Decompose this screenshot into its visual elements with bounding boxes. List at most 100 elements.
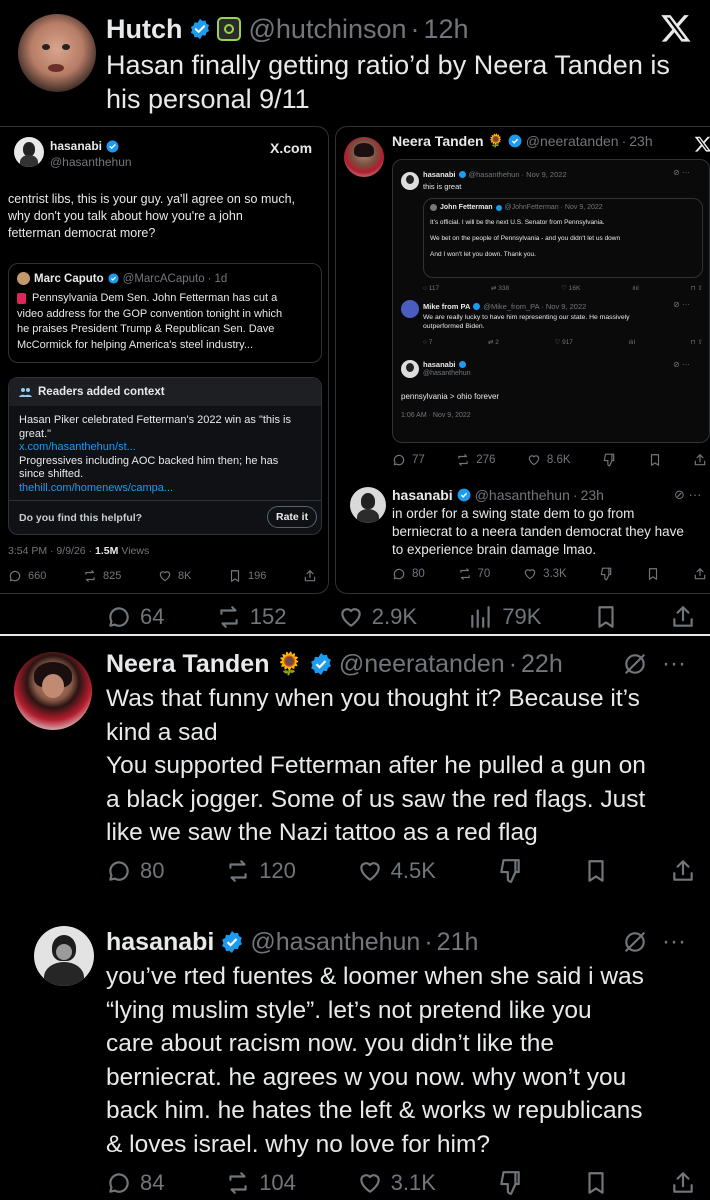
author-name[interactable]: Marc Caputo: [34, 273, 104, 285]
author-name[interactable]: hasanabi: [392, 487, 453, 503]
x-logo-icon[interactable]: [694, 135, 710, 153]
grok-more-icons[interactable]: ···: [622, 650, 686, 678]
bookmark-button[interactable]: [593, 604, 619, 630]
author-name: hasanabi: [423, 170, 456, 179]
author-handle[interactable]: @neeratanden: [339, 650, 505, 679]
right-embedded-screenshot[interactable]: Neera Tanden 🌻 @neeratanden · 23h hasana…: [335, 126, 710, 594]
hasan-avatar[interactable]: [14, 137, 44, 167]
author-handle[interactable]: @hasanthehun: [50, 155, 132, 169]
repost-button[interactable]: 70: [458, 567, 490, 581]
author-name[interactable]: hasanabi: [106, 928, 214, 957]
post-text-line: Hasan finally getting ratio’d by Neera T…: [106, 50, 670, 80]
post-time[interactable]: 21h: [437, 928, 479, 957]
author-name: John Fetterman: [440, 204, 493, 211]
author-handle[interactable]: @MarcACaputo: [123, 273, 205, 285]
like-button[interactable]: 2.9K: [338, 604, 417, 630]
post-time[interactable]: 1d: [214, 273, 227, 285]
more-icon[interactable]: ⊘ ···: [673, 168, 690, 177]
author-name[interactable]: Neera Tanden: [106, 650, 269, 679]
post-text-line: fetterman democrat more?: [8, 226, 156, 240]
dislike-button[interactable]: [497, 1170, 523, 1196]
quote-text: Pennsylvania Dem Sen. John Fetterman has…: [17, 291, 317, 353]
dislike-button[interactable]: [497, 858, 523, 884]
dislike-button[interactable]: [602, 453, 616, 467]
reply-button[interactable]: 77: [392, 453, 425, 467]
rate-it-button[interactable]: Rate it: [267, 506, 318, 528]
reply-button[interactable]: 84: [106, 1170, 164, 1196]
post-text-line: & loves israel. why no love for him?: [106, 1130, 490, 1158]
dislike-button[interactable]: [599, 567, 613, 581]
author-name[interactable]: hasanabi: [50, 139, 102, 153]
repost-count: 825: [102, 570, 122, 582]
like-count: 3.3K: [543, 568, 567, 580]
grok-more-icons[interactable]: ···: [622, 928, 686, 956]
hutch-avatar[interactable]: [18, 14, 96, 92]
author-name[interactable]: Neera Tanden: [392, 133, 484, 149]
repost-icon: [220, 606, 238, 628]
author-handle[interactable]: @neeratanden: [526, 133, 619, 149]
like-button[interactable]: 3.3K: [523, 567, 567, 581]
bookmark-button[interactable]: [583, 858, 609, 884]
hasan-avatar[interactable]: [350, 487, 386, 523]
x-logo-icon[interactable]: [660, 12, 692, 44]
post-time[interactable]: 12h: [424, 14, 469, 45]
like-button[interactable]: 8.6K: [527, 453, 571, 467]
bookmark-button[interactable]: [646, 567, 660, 581]
post-time[interactable]: 23h: [581, 487, 604, 503]
note-line: Hasan Piker celebrated Fetterman's 2022 …: [19, 414, 291, 426]
like-count: ♡ 16K: [561, 285, 581, 292]
neera-avatar[interactable]: [344, 137, 384, 177]
repost-button[interactable]: 825: [83, 569, 121, 583]
left-embed-meta: 3:54 PM · 9/9/26 · 1.5M Views: [8, 545, 149, 557]
share-button[interactable]: [693, 453, 707, 467]
grok-icon[interactable]: ⊘ ···: [674, 487, 702, 503]
author-handle[interactable]: @hasanthehun: [475, 487, 570, 503]
author-handle[interactable]: @hasanthehun: [250, 928, 420, 957]
note-link[interactable]: x.com/hasanthehun/st...: [19, 441, 317, 455]
sunflower-emoji: 🌻: [487, 133, 504, 148]
bookmark-count: 196: [248, 570, 267, 582]
like-button[interactable]: 3.1K: [357, 1170, 436, 1196]
share-button[interactable]: [670, 1170, 696, 1196]
bookmark-button[interactable]: [648, 453, 662, 467]
more-icon[interactable]: ⊘ ···: [673, 360, 690, 369]
repost-button[interactable]: 120: [225, 858, 296, 884]
more-icon[interactable]: ⊘ ···: [673, 300, 690, 309]
post-time[interactable]: 23h: [629, 133, 652, 149]
note-link[interactable]: thehill.com/homenews/campa...: [19, 482, 317, 496]
views-label: Views: [121, 545, 150, 557]
share-button[interactable]: [670, 858, 696, 884]
share-button[interactable]: [303, 569, 317, 583]
reply-button[interactable]: 80: [392, 567, 425, 581]
reply-count: 80: [140, 858, 165, 883]
repost-button[interactable]: 104: [225, 1170, 296, 1196]
reply-button[interactable]: 660: [8, 569, 46, 583]
post-time[interactable]: 22h: [521, 650, 563, 679]
fetterman-avatar-icon: [430, 204, 437, 211]
reply-button[interactable]: 80: [106, 858, 164, 884]
bookmark-button[interactable]: [583, 1170, 609, 1196]
share-button[interactable]: [693, 567, 707, 581]
share-button[interactable]: [670, 604, 696, 630]
post-timestamp[interactable]: 3:54 PM · 9/9/26 ·: [8, 545, 92, 557]
brand-label: X.com: [270, 140, 313, 156]
neera-reply-header: Neera Tanden 🌻 @neeratanden · 22h: [106, 649, 563, 679]
post-text-line: outperformed Biden.: [423, 322, 485, 330]
reply-button[interactable]: 64: [106, 604, 164, 630]
repost-count: 104: [259, 1170, 296, 1195]
author-handle[interactable]: @hutchinson: [249, 14, 407, 45]
like-button[interactable]: 8K: [158, 569, 191, 583]
repost-button[interactable]: 152: [216, 604, 286, 630]
author-name[interactable]: Hutch: [106, 14, 183, 45]
hasan-avatar[interactable]: [34, 926, 94, 986]
note-line: great.": [19, 427, 52, 440]
neera-avatar[interactable]: [14, 652, 92, 730]
nested-thread-screenshot[interactable]: hasanabi @hasanthehun · Nov 9, 2022 ⊘ ··…: [392, 159, 710, 443]
reply-count: 84: [140, 1170, 165, 1195]
like-button[interactable]: 4.5K: [357, 858, 436, 884]
bookmark-button[interactable]: 196: [228, 569, 266, 583]
views-button[interactable]: 79K: [468, 604, 541, 630]
repost-button[interactable]: 276: [456, 453, 495, 467]
quoted-post[interactable]: Marc Caputo @MarcACaputo · 1d Pennsylvan…: [8, 263, 322, 363]
left-embedded-screenshot[interactable]: hasanabi @hasanthehun X.com centrist lib…: [0, 126, 329, 594]
